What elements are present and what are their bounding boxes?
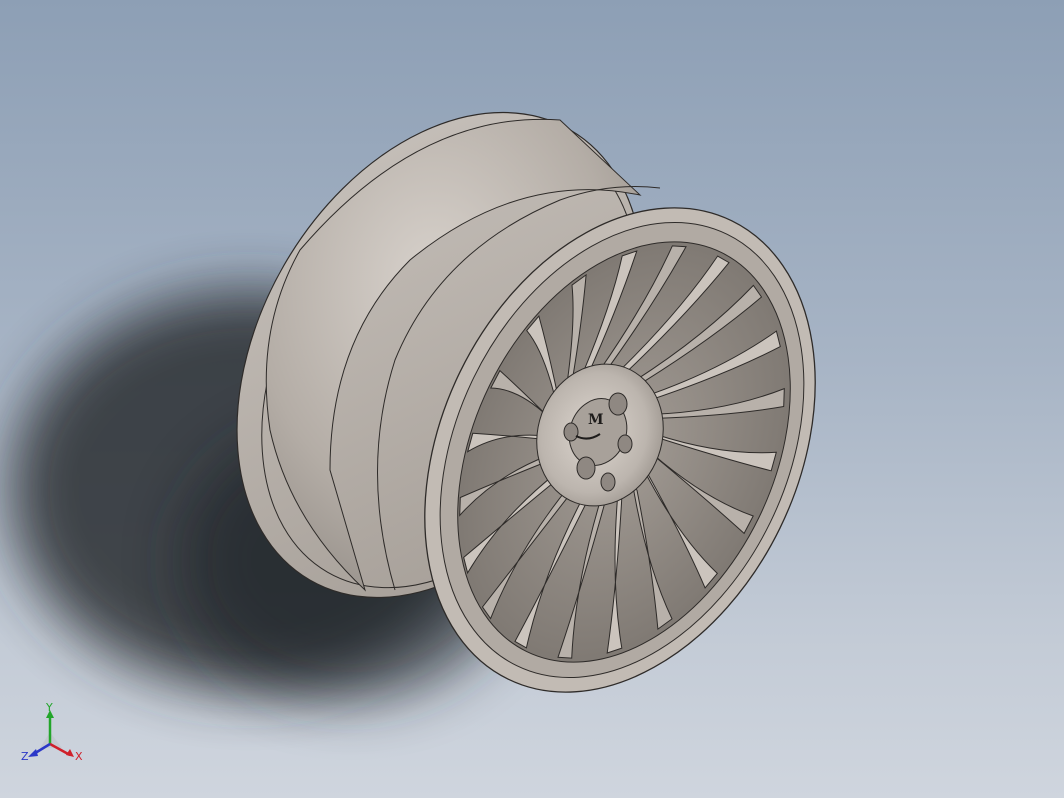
hub-logo: M <box>588 412 604 428</box>
view-triad[interactable]: Y X Z <box>18 700 88 770</box>
z-axis-label: Z <box>21 750 29 763</box>
wheel-model[interactable]: M <box>0 0 1064 798</box>
graphics-viewport[interactable]: M Y X Z <box>0 0 1064 798</box>
z-axis-arrow <box>28 749 38 757</box>
y-axis-label: Y <box>45 701 53 714</box>
x-axis-label: X <box>75 750 83 763</box>
